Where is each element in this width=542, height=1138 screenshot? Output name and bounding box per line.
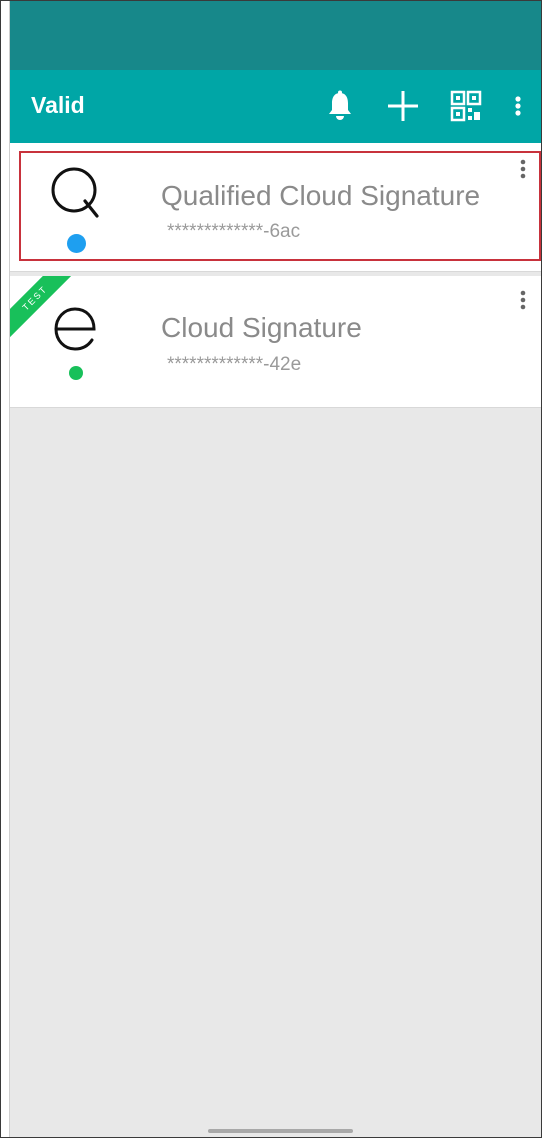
plus-icon[interactable] <box>384 87 422 125</box>
home-indicator[interactable] <box>208 1129 353 1133</box>
certificate-list: Qualified Cloud Signature *************-… <box>10 143 541 408</box>
app-bar: Valid <box>10 70 541 143</box>
status-dot <box>67 234 86 253</box>
certificate-title: Qualified Cloud Signature <box>161 180 481 211</box>
left-edge <box>1 1 10 1137</box>
certificate-id: *************-42e <box>167 354 302 375</box>
certificate-card-cloud[interactable]: TEST Cloud Signature *************-42e <box>10 276 541 408</box>
certificate-title: Cloud Signature <box>161 312 362 343</box>
certificate-card-qualified[interactable]: Qualified Cloud Signature *************-… <box>10 143 541 272</box>
phone-screen: Valid Qualified Cloud Signature ********… <box>0 0 542 1138</box>
q-logo-icon <box>46 163 106 223</box>
card-more-icon[interactable] <box>513 157 533 187</box>
card-more-icon[interactable] <box>513 288 533 318</box>
qr-code-icon[interactable] <box>447 87 485 125</box>
e-logo-icon <box>48 298 108 358</box>
bell-icon[interactable] <box>321 87 359 125</box>
certificate-id: *************-6ac <box>167 221 301 242</box>
page-title: Valid <box>31 92 85 118</box>
status-bar <box>10 1 541 70</box>
status-dot <box>69 366 83 380</box>
more-vertical-icon[interactable] <box>506 87 530 125</box>
